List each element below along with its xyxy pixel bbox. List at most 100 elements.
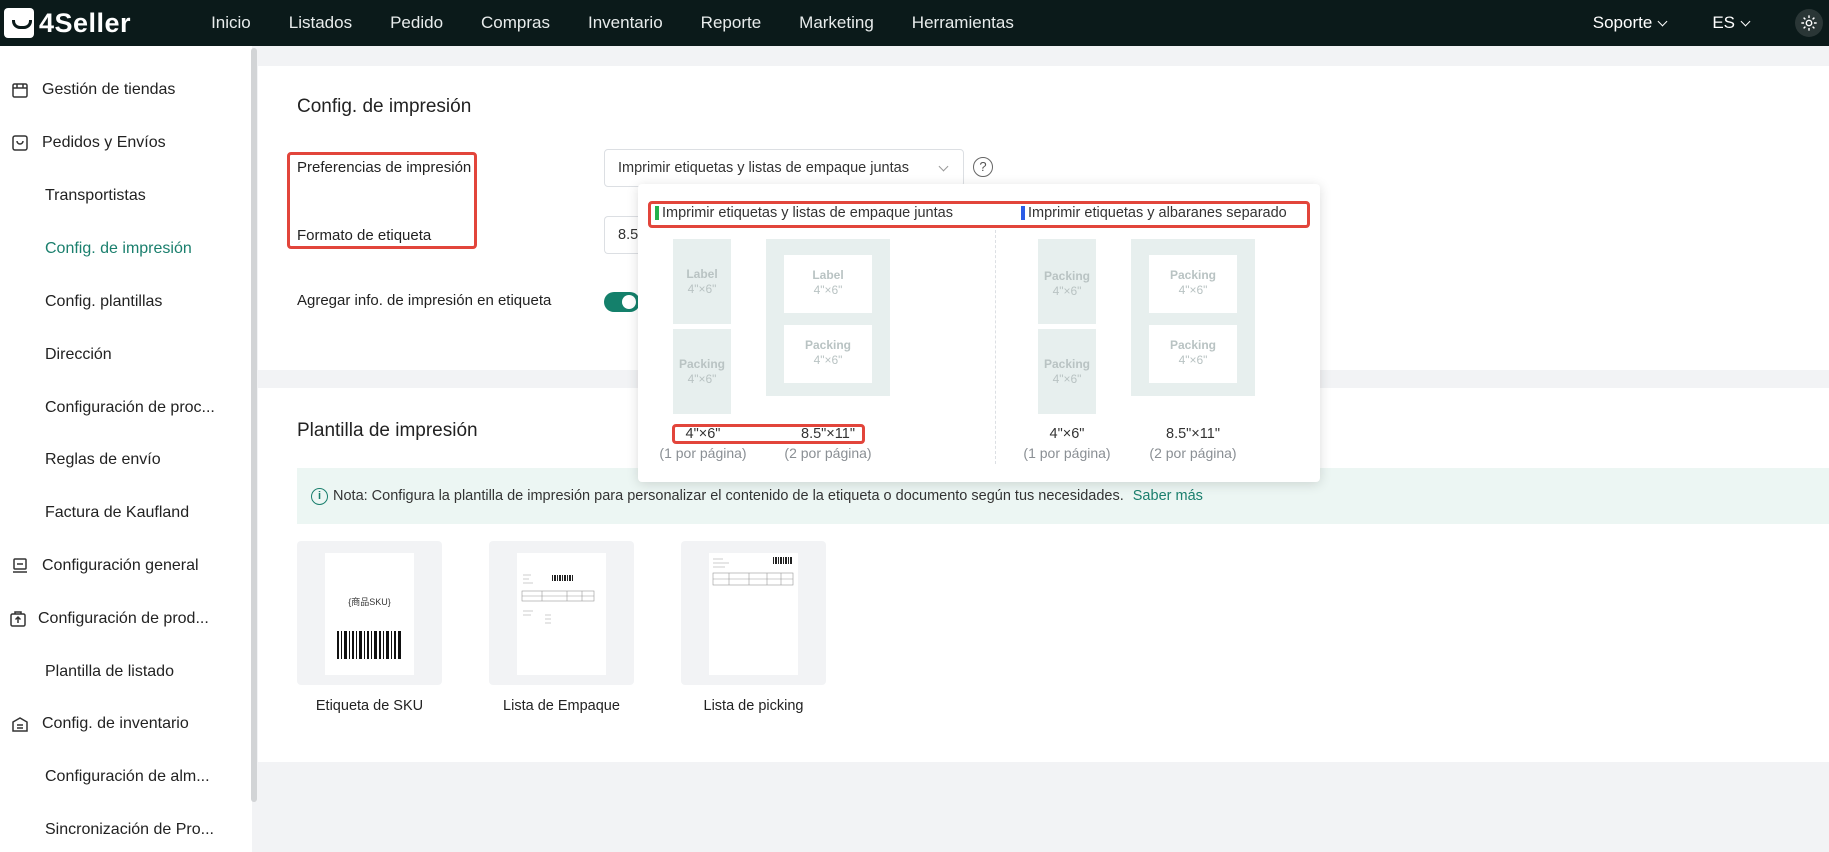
preview-packing-4x6: Packing 4"×6": [673, 329, 731, 414]
sidebar-item-config-productos[interactable]: Configuración de prod...: [0, 607, 209, 631]
sidebar-item-label: Dirección: [45, 346, 112, 363]
chevron-down-icon: [938, 161, 949, 172]
template-label-sku: Etiqueta de SKU: [315, 698, 424, 714]
document-preview-icon: [521, 574, 595, 624]
nav-reporte[interactable]: Reporte: [701, 13, 761, 33]
size-4x6-separate: 4"×6": [1049, 426, 1085, 442]
preview-packing-cell: Packing 4"×6": [1149, 325, 1237, 383]
preview-text: Packing 4"×6": [1169, 338, 1217, 367]
sidebar-item-label: Pedidos y Envíos: [42, 134, 166, 151]
product-upload-icon: [8, 609, 28, 629]
sidebar-item-pedidos-envios[interactable]: Pedidos y Envíos: [0, 131, 166, 155]
sidebar-item-label: Transportistas: [45, 187, 146, 204]
sidebar-item-label: Configuración de proc...: [45, 399, 215, 416]
sidebar-item-config-procesamiento[interactable]: Configuración de proc...: [0, 396, 215, 420]
nav-compras[interactable]: Compras: [481, 13, 550, 33]
help-icon[interactable]: ?: [973, 157, 993, 177]
sidebar-item-gestion-tiendas[interactable]: Gestión de tiendas: [0, 78, 175, 102]
preview-text: Label 4"×6": [686, 267, 718, 296]
top-navbar: 4Seller Inicio Listados Pedido Compras I…: [0, 0, 1829, 46]
packing-list-thumbnail: [517, 553, 606, 675]
sidebar-item-plantilla-listado[interactable]: Plantilla de listado: [0, 660, 174, 684]
template-section-title: Plantilla de impresión: [297, 420, 478, 441]
sku-placeholder: {商品SKU}: [348, 597, 391, 607]
sidebar-item-transportistas[interactable]: Transportistas: [0, 184, 146, 208]
preview-packing-4x6-b: Packing 4"×6": [1038, 329, 1096, 414]
sidebar-scrollbar[interactable]: [251, 48, 257, 802]
sidebar-item-label: Reglas de envío: [45, 451, 161, 468]
preview-text: Packing 4"×6": [678, 357, 726, 386]
per-page-2-together: (2 por página): [784, 445, 872, 461]
print-preference-value: Imprimir etiquetas y listas de empaque j…: [618, 160, 909, 176]
logo-bag-icon: [4, 8, 34, 38]
barcode-icon: [337, 631, 401, 659]
nav-inicio[interactable]: Inicio: [211, 13, 251, 33]
preview-text: Packing 4"×6": [804, 338, 852, 367]
chevron-down-icon: [1740, 16, 1751, 26]
size-4x6-together: 4"×6": [685, 426, 721, 442]
option-print-together[interactable]: Imprimir etiquetas y listas de empaque j…: [655, 205, 953, 221]
sidebar-item-factura-kaufland[interactable]: Factura de Kaufland: [0, 501, 189, 525]
option-separate-marker: [1021, 206, 1025, 220]
sidebar: Gestión de tiendas Pedidos y Envíos Tran…: [0, 46, 252, 852]
template-label-packing: Lista de Empaque: [503, 698, 620, 714]
language-label: ES: [1712, 13, 1735, 32]
option-together-marker: [655, 206, 659, 220]
main-nav: Inicio Listados Pedido Compras Inventari…: [211, 13, 1052, 33]
print-preference-select[interactable]: Imprimir etiquetas y listas de empaque j…: [604, 149, 964, 187]
sidebar-item-config-plantillas[interactable]: Config. plantillas: [0, 290, 162, 314]
sidebar-item-label: Configuración de prod...: [38, 610, 209, 627]
nav-inventario[interactable]: Inventario: [588, 13, 663, 33]
option-together-label: Imprimir etiquetas y listas de empaque j…: [662, 205, 953, 221]
preview-text: Packing 4"×6": [1043, 357, 1091, 386]
template-card-sku-label[interactable]: {商品SKU}: [297, 541, 442, 685]
nav-herramientas[interactable]: Herramientas: [912, 13, 1014, 33]
preview-sheet-8-5x11-separate: Packing 4"×6" Packing 4"×6": [1131, 239, 1255, 396]
nav-pedido[interactable]: Pedido: [390, 13, 443, 33]
sidebar-item-config-inventario[interactable]: Config. de inventario: [0, 712, 189, 736]
sidebar-item-label: Config. plantillas: [45, 293, 163, 310]
nav-listados[interactable]: Listados: [289, 13, 352, 33]
option-print-separate[interactable]: Imprimir etiquetas y albaranes separado: [1021, 205, 1287, 221]
logo[interactable]: 4Seller: [4, 8, 131, 39]
sidebar-item-label: Configuración de alm...: [45, 768, 210, 785]
language-dropdown[interactable]: ES: [1712, 13, 1751, 33]
preview-label-cell: Label 4"×6": [784, 255, 872, 313]
add-print-info-toggle[interactable]: [604, 292, 640, 312]
support-dropdown[interactable]: Soporte: [1592, 13, 1668, 33]
preview-text: Packing 4"×6": [1169, 268, 1217, 297]
preview-packing-cell: Packing 4"×6": [1149, 255, 1237, 313]
sidebar-item-config-almacen[interactable]: Configuración de alm...: [0, 765, 210, 789]
template-card-packing-list[interactable]: [489, 541, 634, 685]
gear-icon[interactable]: [1795, 9, 1823, 37]
sidebar-item-label: Gestión de tiendas: [42, 81, 176, 98]
highlight-labels-box: [287, 152, 477, 249]
learn-more-link[interactable]: Saber más: [1133, 488, 1203, 504]
sidebar-item-config-general[interactable]: Configuración general: [0, 554, 199, 578]
order-bag-icon: [10, 133, 30, 153]
sidebar-item-sincronizacion[interactable]: Sincronización de Pro...: [0, 818, 214, 842]
info-icon: i: [311, 487, 328, 505]
option-separate-label: Imprimir etiquetas y albaranes separado: [1028, 205, 1287, 221]
sidebar-item-label: Plantilla de listado: [45, 663, 174, 680]
preview-text: Label 4"×6": [812, 268, 844, 297]
sidebar-item-reglas-envio[interactable]: Reglas de envío: [0, 448, 161, 472]
preview-packing-4x6-a: Packing 4"×6": [1038, 239, 1096, 324]
add-print-info-label: Agregar info. de impresión en etiqueta: [297, 292, 552, 309]
monitor-settings-icon: [10, 556, 30, 576]
sidebar-item-config-impresion[interactable]: Config. de impresión: [0, 237, 192, 261]
chevron-down-icon: [1657, 16, 1668, 26]
sidebar-item-direccion[interactable]: Dirección: [0, 343, 112, 367]
preview-text: Packing 4"×6": [1043, 269, 1091, 298]
template-card-picking-list[interactable]: [681, 541, 826, 685]
support-label: Soporte: [1592, 13, 1653, 32]
page-title: Config. de impresión: [297, 96, 472, 117]
inventory-icon: [10, 714, 30, 734]
per-page-2-separate: (2 por página): [1149, 445, 1237, 461]
nav-marketing[interactable]: Marketing: [799, 13, 874, 33]
size-8-5x11-separate: 8.5"×11": [1166, 426, 1220, 442]
note-text: Nota: Configura la plantilla de impresió…: [333, 488, 1124, 504]
sidebar-item-label: Configuración general: [42, 557, 199, 574]
picking-list-thumbnail: [709, 553, 798, 675]
per-page-1-separate: (1 por página): [1023, 445, 1111, 461]
